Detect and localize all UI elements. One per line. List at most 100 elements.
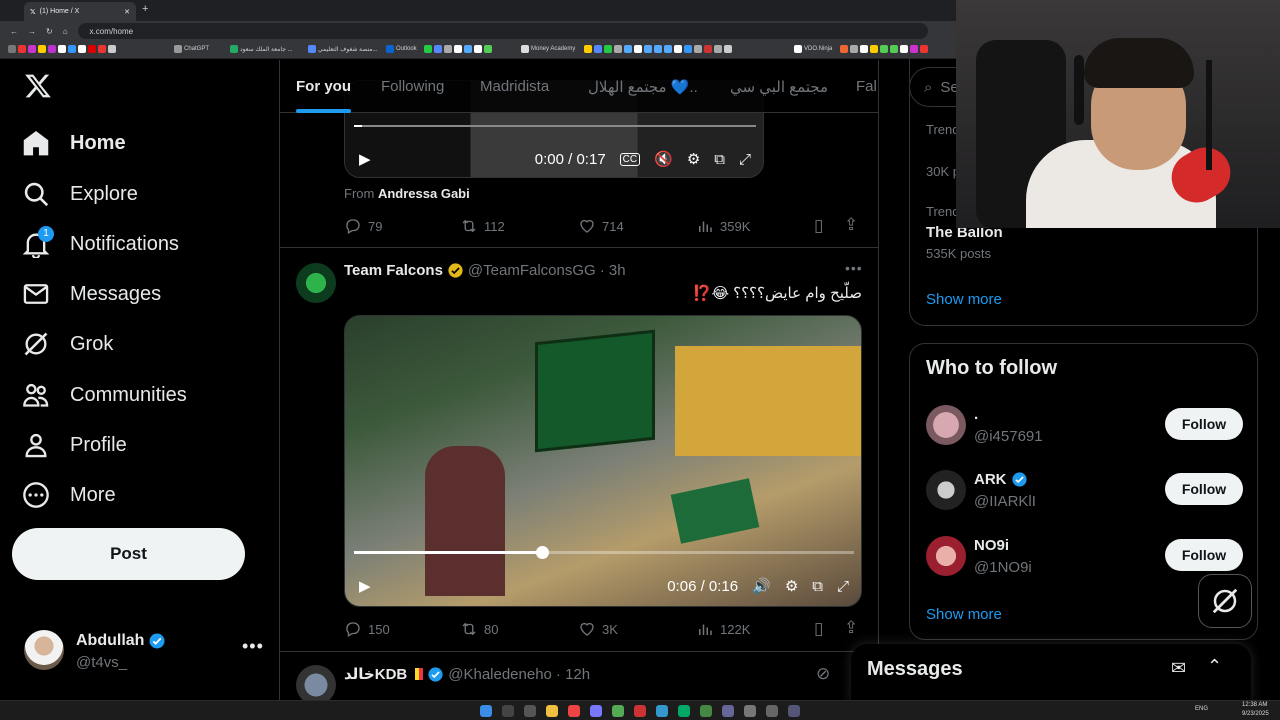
follow-button[interactable]: Follow [1165, 539, 1243, 571]
repost-button[interactable]: 80 [460, 620, 498, 638]
views-button[interactable]: 122K [696, 620, 750, 638]
x-logo-icon[interactable] [24, 72, 54, 102]
suggestion-avatar[interactable] [926, 470, 966, 510]
mute-icon[interactable]: 🔇 [654, 150, 673, 168]
chrome-icon[interactable] [568, 705, 580, 717]
post3-author-name[interactable]: خالدKDB [344, 665, 407, 683]
volume-icon[interactable]: 🔊 [752, 577, 771, 595]
tab-following[interactable]: Following [381, 78, 444, 95]
bookmark-icons[interactable] [424, 45, 492, 53]
clock-date[interactable]: 9/23/2025 [1242, 711, 1269, 717]
tab-madridista[interactable]: Madridista [480, 78, 549, 95]
nav-item-profile[interactable]: Profile [22, 425, 127, 465]
suggestion-name[interactable]: ARK [974, 471, 1007, 488]
reply-button[interactable]: 79 [344, 217, 382, 235]
post2-handle[interactable]: @TeamFalconsGG [468, 262, 596, 279]
play-icon[interactable]: ▶ [359, 150, 371, 168]
bookmark-icon[interactable]: ▯ [814, 619, 823, 639]
app-icon[interactable] [766, 705, 778, 717]
follow-button[interactable]: Follow [1165, 473, 1243, 505]
post2-author-name[interactable]: Team Falcons [344, 262, 443, 279]
back-icon[interactable]: ← [10, 27, 18, 36]
app-icon[interactable] [678, 705, 690, 717]
app-icon[interactable] [722, 705, 734, 717]
expand-icon[interactable]: ⌃ [1207, 656, 1222, 677]
task-view-icon[interactable] [524, 705, 536, 717]
reload-icon[interactable]: ↻ [46, 27, 53, 36]
language-indicator[interactable]: ENG [1195, 706, 1208, 712]
like-button[interactable]: 714 [578, 217, 624, 235]
post3-handle[interactable]: @Khaledeneho [448, 666, 552, 683]
nav-item-explore[interactable]: Explore [22, 174, 138, 214]
app-icon[interactable] [788, 705, 800, 717]
pip-icon[interactable]: ⧉ [812, 578, 823, 595]
pip-icon[interactable]: ⧉ [714, 151, 725, 168]
post3-avatar[interactable] [296, 665, 336, 700]
play-icon[interactable]: ▶ [359, 577, 371, 595]
post-more-icon[interactable]: ••• [845, 260, 863, 276]
nav-item-home[interactable]: Home [22, 123, 126, 163]
app-icon[interactable] [590, 705, 602, 717]
bookmark-item[interactable]: Outlook [386, 45, 417, 53]
post-button[interactable]: Post [12, 528, 245, 580]
bookmark-item[interactable]: ChatGPT [174, 45, 209, 53]
nav-item-more[interactable]: More [22, 475, 116, 515]
tab-hilal-community[interactable]: مجتمع الهلال 💙.. [588, 78, 698, 96]
new-message-icon[interactable]: ✉ [1171, 658, 1186, 679]
post1-progress-track[interactable] [354, 125, 756, 127]
suggestion-name[interactable]: NO9i [974, 537, 1009, 554]
grok-floating-button[interactable] [1198, 574, 1252, 628]
suggestion-name[interactable]: . [974, 406, 978, 423]
app-icon[interactable] [656, 705, 668, 717]
post3-time[interactable]: · 12h [556, 666, 590, 683]
bookmark-icon[interactable]: ▯ [814, 216, 823, 236]
new-tab-icon[interactable]: + [142, 3, 148, 15]
bookmark-icons[interactable] [584, 45, 732, 53]
tab-close-icon[interactable]: ✕ [124, 8, 130, 16]
clock-time[interactable]: 12:38 AM [1242, 702, 1267, 708]
nav-item-communities[interactable]: Communities [22, 375, 187, 415]
bookmark-item[interactable]: جامعة الملك سعود ... [230, 45, 293, 53]
nav-item-grok[interactable]: Grok [22, 324, 113, 364]
app-icon[interactable] [744, 705, 756, 717]
tab-bc-community[interactable]: مجتمع البي سي [730, 78, 828, 96]
from-name[interactable]: Andressa Gabi [378, 186, 470, 201]
messages-drawer[interactable]: Messages ✉ ⌃ [851, 644, 1251, 704]
post2-progress-scrubber[interactable] [535, 546, 549, 559]
show-more-link[interactable]: Show more [926, 606, 1002, 623]
app-icon[interactable] [700, 705, 712, 717]
show-more-link[interactable]: Show more [926, 291, 1002, 308]
share-icon[interactable]: ⇪ [844, 618, 858, 638]
share-icon[interactable]: ⇪ [844, 215, 858, 235]
settings-icon[interactable]: ⚙ [687, 150, 700, 168]
bookmark-item[interactable]: VDO.Ninja [794, 45, 832, 53]
team-falcons-avatar[interactable] [296, 263, 336, 303]
bookmark-icons[interactable] [8, 45, 116, 53]
home-browser-icon[interactable]: ⌂ [63, 27, 68, 36]
views-button[interactable]: 359K [696, 217, 750, 235]
nav-item-notifications[interactable]: Notifications 1 [22, 224, 179, 264]
app-icon[interactable] [634, 705, 646, 717]
nav-item-messages[interactable]: Messages [22, 274, 161, 314]
repost-button[interactable]: 112 [460, 217, 505, 235]
fullscreen-icon[interactable]: ⤢ [739, 151, 751, 168]
suggestion-avatar[interactable] [926, 536, 966, 576]
account-switcher[interactable]: Abdullah @t4vs_ ••• [24, 630, 264, 674]
settings-icon[interactable]: ⚙ [785, 577, 798, 595]
explorer-icon[interactable] [546, 705, 558, 717]
follow-button[interactable]: Follow [1165, 408, 1243, 440]
browser-tab[interactable]: 𝕏 (1) Home / X ✕ [24, 2, 136, 21]
app-icon[interactable] [612, 705, 624, 717]
like-button[interactable]: 3K [578, 620, 618, 638]
fullscreen-icon[interactable]: ⤢ [837, 578, 849, 595]
reply-button[interactable]: 150 [344, 620, 390, 638]
url-field[interactable]: x.com/home [77, 23, 928, 39]
bookmark-item[interactable]: منصة شغوف التعليمي... [308, 45, 378, 53]
captions-icon[interactable]: CC [619, 152, 641, 166]
tab-falcons[interactable]: Fal [856, 78, 877, 95]
start-icon[interactable] [480, 705, 492, 717]
tab-for-you[interactable]: For you [296, 78, 351, 95]
account-more-icon[interactable]: ••• [242, 636, 264, 657]
bookmark-item[interactable]: Money Academy [521, 45, 575, 53]
suggestion-avatar[interactable] [926, 405, 966, 445]
